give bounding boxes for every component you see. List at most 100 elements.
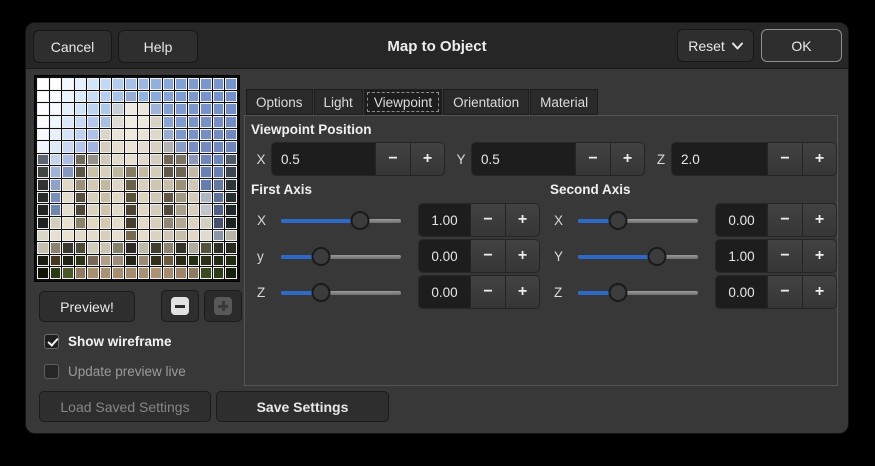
preview-tile (37, 192, 49, 204)
second-axis-x-slider[interactable] (578, 211, 698, 230)
ok-button[interactable]: OK (761, 29, 842, 62)
second-axis-y-increment-button[interactable]: + (802, 239, 837, 273)
tab-material[interactable]: Material (530, 89, 598, 115)
viewpoint-x-input[interactable]: 0.5 (271, 142, 375, 176)
tab-viewpoint[interactable]: Viewpoint (364, 89, 442, 115)
preview-tile (200, 116, 212, 128)
second-axis-y-input[interactable]: 1.00 (715, 239, 767, 273)
slider-handle[interactable] (311, 283, 330, 302)
first-axis-z-slider[interactable] (281, 283, 401, 302)
preview-tile (87, 154, 99, 166)
slider-handle[interactable] (608, 211, 627, 230)
second-axis-x-increment-button[interactable]: + (802, 203, 837, 237)
preview-tile (188, 78, 200, 90)
first-axis-y-decrement-button[interactable]: − (470, 239, 505, 273)
preview-tile (112, 255, 124, 267)
viewpoint-x-decrement-button[interactable]: − (375, 142, 410, 176)
first-axis-z-increment-button[interactable]: + (505, 275, 540, 309)
preview-tile (125, 179, 137, 191)
second-axis-y-decrement-button[interactable]: − (767, 239, 802, 273)
preview-tile (100, 192, 112, 204)
preview-tile (112, 242, 124, 254)
preview-tile (100, 204, 112, 216)
preview-tile (225, 78, 237, 90)
viewpoint-y-increment-button[interactable]: + (610, 142, 645, 176)
viewpoint-z-increment-button[interactable]: + (802, 142, 837, 176)
preview-tile (225, 217, 237, 229)
tab-options[interactable]: Options (246, 89, 313, 115)
update-preview-live-checkbox[interactable] (44, 364, 59, 379)
preview-tile (213, 129, 225, 141)
first-axis-x-slider[interactable] (281, 211, 401, 230)
first-axis-y-slider[interactable] (281, 247, 401, 266)
save-settings-button[interactable]: Save Settings (216, 391, 389, 422)
show-wireframe-checkbox[interactable] (44, 334, 59, 349)
slider-handle[interactable] (311, 247, 330, 266)
preview-tile (37, 116, 49, 128)
preview-tile (138, 242, 150, 254)
help-button[interactable]: Help (118, 30, 198, 63)
second-axis-z-row: Z 0.00 − + (542, 274, 839, 310)
preview-tile (62, 267, 74, 279)
viewpoint-z-input[interactable]: 2.0 (671, 142, 767, 176)
viewpoint-z-decrement-button[interactable]: − (767, 142, 802, 176)
second-axis-x-input[interactable]: 0.00 (715, 203, 767, 237)
preview-tile (37, 154, 49, 166)
preview-tile (225, 116, 237, 128)
second-axis-z-slider[interactable] (578, 283, 698, 302)
slider-handle[interactable] (351, 211, 370, 230)
preview-tile (62, 166, 74, 178)
preview-tile (175, 166, 187, 178)
first-axis-z-input[interactable]: 0.00 (418, 275, 470, 309)
notebook-tabs: Options Light Viewpoint Orientation Mate… (246, 89, 599, 115)
preview-tile (50, 116, 62, 128)
preview-tile (125, 116, 137, 128)
tab-orientation[interactable]: Orientation (443, 89, 529, 115)
zoom-out-button[interactable] (161, 290, 199, 322)
preview-tile (188, 242, 200, 254)
preview-tile (225, 179, 237, 191)
first-axis-x-input[interactable]: 1.00 (418, 203, 470, 237)
first-axis-y-increment-button[interactable]: + (505, 239, 540, 273)
preview-tile (188, 204, 200, 216)
map-to-object-dialog: Cancel Help Map to Object Reset OK Previ… (25, 22, 849, 434)
second-axis-z-decrement-button[interactable]: − (767, 275, 802, 309)
preview-button[interactable]: Preview! (39, 291, 135, 322)
preview-tile (175, 103, 187, 115)
first-axis-x-increment-button[interactable]: + (505, 203, 540, 237)
second-axis-x-spinner: 0.00 − + (715, 203, 837, 237)
reset-button[interactable]: Reset (677, 29, 754, 62)
slider-handle[interactable] (608, 283, 627, 302)
first-axis-y-input[interactable]: 0.00 (418, 239, 470, 273)
preview-tile (37, 179, 49, 191)
second-axis-column: X 0.00 − + Y (542, 202, 839, 310)
preview-tile (112, 166, 124, 178)
viewpoint-y-decrement-button[interactable]: − (575, 142, 610, 176)
cancel-button[interactable]: Cancel (33, 30, 112, 63)
second-axis-z-input[interactable]: 0.00 (715, 275, 767, 309)
preview-tile (62, 129, 74, 141)
second-axis-x-decrement-button[interactable]: − (767, 203, 802, 237)
preview-tile (200, 103, 212, 115)
preview-tile (175, 255, 187, 267)
preview-tile (112, 78, 124, 90)
second-axis-z-increment-button[interactable]: + (802, 275, 837, 309)
preview-tile (50, 141, 62, 153)
preview-tile (50, 91, 62, 103)
first-axis-z-decrement-button[interactable]: − (470, 275, 505, 309)
preview-grid[interactable] (34, 75, 240, 282)
preview-tile (87, 217, 99, 229)
second-axis-y-slider[interactable] (578, 247, 698, 266)
preview-tile (100, 217, 112, 229)
preview-tile (188, 129, 200, 141)
viewpoint-x-increment-button[interactable]: + (410, 142, 445, 176)
tab-light[interactable]: Light (314, 89, 363, 115)
slider-handle[interactable] (648, 247, 667, 266)
preview-tile (87, 255, 99, 267)
zoom-in-button[interactable] (204, 290, 242, 322)
preview-tile (175, 154, 187, 166)
first-axis-x-decrement-button[interactable]: − (470, 203, 505, 237)
viewpoint-y-input[interactable]: 0.5 (471, 142, 575, 176)
load-saved-settings-button[interactable]: Load Saved Settings (39, 391, 211, 422)
preview-tile (213, 267, 225, 279)
